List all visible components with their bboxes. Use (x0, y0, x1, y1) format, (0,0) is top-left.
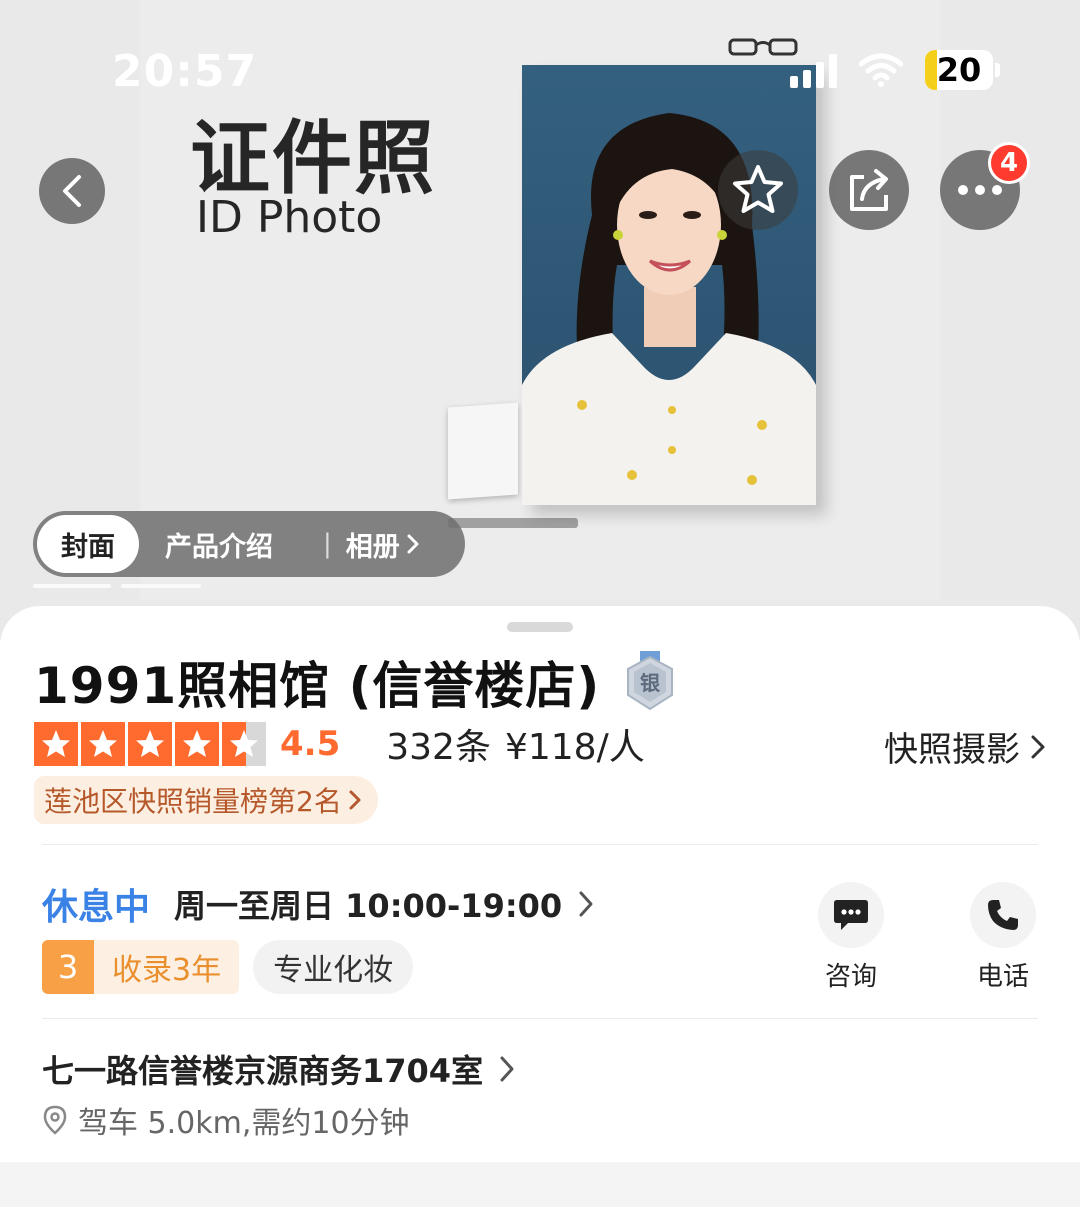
shop-tags: 3 收录3年 专业化妆 (42, 940, 414, 994)
star-icon (128, 722, 172, 766)
carousel-indicator (33, 584, 201, 588)
battery-icon: 20 (925, 50, 1000, 90)
back-button[interactable] (39, 158, 105, 224)
years-listed-number: 3 (42, 940, 94, 994)
distance-row: 驾车 5.0km,需约10分钟 (42, 1098, 410, 1142)
silver-medal-icon[interactable]: 银 (624, 651, 676, 713)
star-rating (34, 722, 266, 766)
business-hours: 周一至周日 10:00-19:00 (174, 887, 563, 925)
shop-title-row: 1991照相馆 (信誉楼店) 银 (34, 646, 676, 718)
phone-icon (988, 900, 1018, 930)
shop-name: 1991照相馆 (信誉楼店) (34, 657, 601, 715)
divider (42, 1018, 1038, 1019)
phone-label: 电话 (976, 962, 1029, 992)
share-button[interactable] (829, 150, 909, 230)
location-pin-icon (43, 1105, 67, 1135)
open-status: 休息中 (42, 887, 151, 928)
notification-badge: 4 (988, 142, 1030, 184)
shop-info-card: 1991照相馆 (信誉楼店) 银 4.5 332条 ¥118/人 快照摄影 莲池… (0, 606, 1080, 1162)
chevron-right-icon (1031, 735, 1045, 758)
sample-id-photo (522, 65, 816, 505)
tab-product-intro[interactable]: 产品介绍 (165, 525, 273, 564)
tab-divider: | (323, 529, 332, 559)
shop-address: 七一路信誉楼京源商务1704室 (42, 1052, 484, 1090)
service-tag: 专业化妆 (253, 940, 414, 994)
wifi-icon (858, 52, 904, 88)
tab-album[interactable]: 相册 (346, 525, 420, 564)
photo-paper-decoration (448, 402, 518, 500)
years-listed-label: 收录3年 (94, 940, 240, 994)
chevron-right-icon (579, 891, 593, 917)
divider (42, 844, 1038, 845)
category-label: 快照摄影 (884, 730, 1020, 770)
chevron-right-icon (349, 790, 361, 810)
rating-row: 4.5 332条 ¥118/人 快照摄影 (34, 722, 1046, 770)
status-time: 20:57 (112, 46, 258, 97)
star-icon (81, 722, 125, 766)
chevron-left-icon (63, 175, 81, 207)
status-indicators: 20 (790, 50, 1000, 90)
chevron-right-icon (500, 1056, 514, 1082)
photo-bar-decoration (448, 518, 578, 528)
chevron-right-icon (407, 534, 419, 554)
category-link[interactable]: 快照摄影 (884, 722, 1046, 771)
glasses-decoration (728, 38, 798, 56)
star-icon (34, 722, 78, 766)
more-dots-icon (958, 185, 1002, 195)
star-icon (175, 722, 219, 766)
chat-icon (834, 900, 868, 930)
years-listed-tag: 3 收录3年 (42, 940, 240, 994)
rating-score: 4.5 (280, 724, 341, 764)
tab-cover[interactable]: 封面 (37, 515, 139, 573)
ranking-label: 莲池区快照销量榜第2名 (44, 785, 342, 818)
address-row[interactable]: 七一路信誉楼京源商务1704室 (42, 1046, 515, 1092)
cover-image-area[interactable]: 证件照 ID Photo 20:57 20 4 封面 产品介绍 | 相册 (0, 0, 1080, 640)
phone-button[interactable]: 电话 (958, 882, 1048, 993)
business-hours-row[interactable]: 休息中 周一至周日 10:00-19:00 (42, 878, 594, 930)
review-count[interactable]: 332条 (386, 718, 491, 770)
medal-label: 银 (640, 671, 661, 695)
half-star-icon (222, 722, 266, 766)
consult-button[interactable]: 咨询 (806, 882, 896, 993)
consult-label: 咨询 (824, 962, 877, 992)
poster-title-en: ID Photo (196, 192, 383, 243)
cover-tabs: 封面 产品介绍 | 相册 (33, 511, 465, 577)
drive-distance: 驾车 5.0km,需约10分钟 (78, 1106, 410, 1141)
star-outline-icon (733, 165, 783, 213)
sheet-grabber[interactable] (507, 622, 573, 632)
signal-icon (790, 52, 837, 88)
ranking-badge[interactable]: 莲池区快照销量榜第2名 (34, 776, 378, 824)
section-separator (0, 1162, 1080, 1207)
share-icon (850, 169, 888, 211)
avg-price: ¥118/人 (504, 727, 645, 768)
battery-level: 20 (936, 51, 982, 89)
tab-album-label: 相册 (345, 531, 400, 563)
favorite-button[interactable] (718, 150, 798, 230)
